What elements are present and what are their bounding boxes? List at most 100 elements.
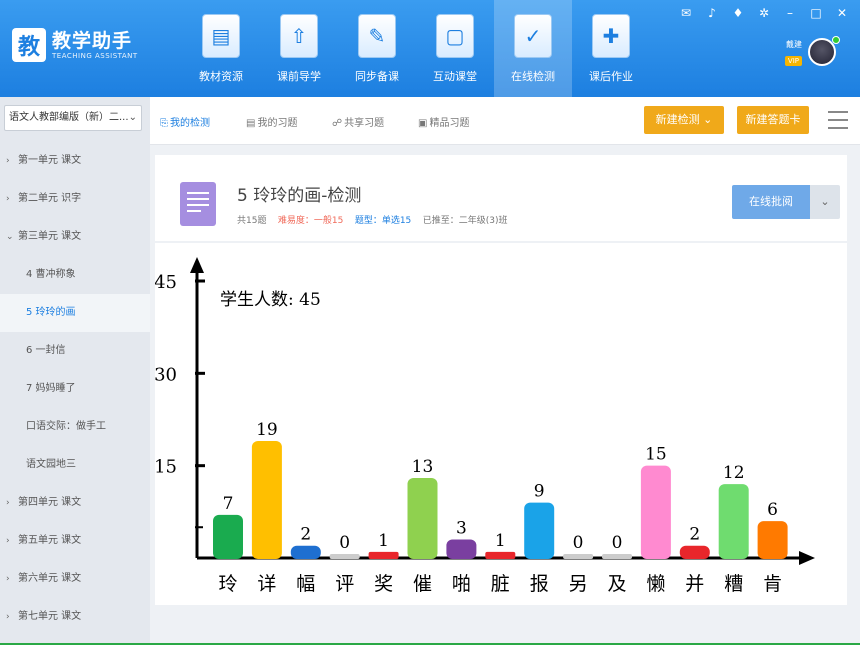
upload-arrow-icon: ⇧ [280, 14, 318, 58]
sidebar-lesson-item[interactable]: 5 玲玲的画 [0, 294, 150, 332]
bar-3 [329, 554, 360, 559]
nav-label: 同步备课 [355, 70, 399, 83]
window-controls: ✉ ♪ ♦ ✲ – □ ✕ [680, 6, 848, 20]
category-label: 评 [335, 573, 354, 595]
pin-icon[interactable]: ♦ [732, 6, 744, 20]
nav-item-2[interactable]: ✎ 同步备课 [338, 0, 416, 97]
sidebar-item-label: 口语交际：做手工 [26, 421, 106, 432]
sidebar-item-label: 4 曹冲称象 [26, 269, 76, 280]
top-bar: 教 教学助手 TEACHING ASSISTANT ▤ 教材资源 ⇧ 课前导学 ✎ 同步备… [0, 0, 860, 97]
hamburger-menu-icon[interactable] [828, 111, 848, 129]
sidebar-lesson-item[interactable]: 语文园地三 [0, 446, 150, 484]
chevron-down-icon: ⌄ [820, 195, 830, 208]
sidebar-unit-item[interactable]: › 第六单元 课文 [0, 560, 150, 598]
category-label: 奖 [374, 573, 393, 595]
nav-label: 互动课堂 [433, 70, 477, 83]
test-meta: 共15题 难易度：一般15 题型：单选15 已推至：二年级(3)班 [237, 213, 507, 226]
data-label: 0 [339, 533, 350, 553]
sidebar-unit-item[interactable]: › 第五单元 课文 [0, 522, 150, 560]
data-label: 1 [378, 531, 389, 551]
category-label: 催 [413, 573, 432, 595]
nav-label: 教材资源 [199, 70, 243, 83]
sidebar-item-label: 第四单元 课文 [18, 497, 82, 508]
minimize-icon[interactable]: – [784, 6, 796, 20]
chevron-right-icon: › [6, 536, 10, 546]
data-label: 6 [767, 500, 778, 520]
data-label: 3 [456, 519, 467, 539]
test-title: 5 玲玲的画-检测 [237, 186, 362, 206]
bar-10 [602, 554, 632, 559]
chevron-right-icon: › [6, 498, 10, 508]
data-label: 7 [223, 494, 234, 514]
chevron-down-icon: ⌄ [128, 112, 137, 123]
nav-label: 课前导学 [277, 70, 321, 83]
nav-label: 课后作业 [589, 70, 633, 83]
category-label: 幅 [296, 573, 315, 595]
sidebar-item-label: 第七单元 课文 [18, 611, 82, 622]
sidebar-item-label: 5 玲玲的画 [26, 307, 76, 318]
clipboard-icon: ⎘ [160, 118, 168, 129]
online-review-button[interactable]: 在线批阅 [732, 185, 810, 219]
sidebar-unit-item[interactable]: › 第二单元 识字 [0, 180, 150, 218]
category-label: 玲 [218, 573, 237, 595]
nav-item-0[interactable]: ▤ 教材资源 [182, 0, 260, 97]
category-label: 啪 [452, 573, 471, 595]
nav-item-5[interactable]: ✚ 课后作业 [572, 0, 650, 97]
data-label: 19 [256, 420, 278, 440]
settings-icon[interactable]: ✲ [758, 6, 770, 20]
sidebar-lesson-item[interactable]: 4 曹冲称象 [0, 256, 150, 294]
share-icon: ☍ [332, 118, 343, 129]
bar-6 [446, 539, 477, 559]
difficulty: 难易度：一般15 [277, 216, 344, 226]
tab-premium-exercises[interactable]: ▣ 精品习题 [418, 114, 469, 129]
subtab-bar: ⎘ 我的检测 ▤ 我的习题 ☍ 共享习题 ▣ 精品习题 新建检测 ⌄ 新建答题卡 [150, 97, 860, 145]
data-label: 2 [300, 525, 311, 545]
sidebar-unit-item[interactable]: › 第四单元 课文 [0, 484, 150, 522]
app-logo: 教 教学助手 TEACHING ASSISTANT [12, 28, 138, 62]
data-label: 2 [689, 525, 700, 545]
question-count: 共15题 [237, 216, 267, 226]
y-axis-arrow [190, 257, 204, 273]
sidebar-unit-item[interactable]: › 第七单元 课文 [0, 598, 150, 636]
new-test-button[interactable]: 新建检测 ⌄ [644, 106, 724, 134]
nav-item-1[interactable]: ⇧ 课前导学 [260, 0, 338, 97]
sidebar-unit-item[interactable]: ⌄ 第三单元 课文 [0, 218, 150, 256]
close-icon[interactable]: ✕ [836, 6, 848, 20]
logo-badge: 教 [12, 28, 46, 62]
message-icon[interactable]: ✉ [680, 6, 692, 20]
bell-icon[interactable]: ♪ [706, 6, 718, 20]
sidebar-item-label: 第三单元 课文 [18, 231, 82, 242]
sidebar-lesson-item[interactable]: 7 妈妈睡了 [0, 370, 150, 408]
nav-item-3[interactable]: ▢ 互动课堂 [416, 0, 494, 97]
tab-my-exercises[interactable]: ▤ 我的习题 [246, 114, 297, 129]
nav-item-4[interactable]: ✓ 在线检测 [494, 0, 572, 97]
sidebar-lesson-item[interactable]: 6 一封信 [0, 332, 150, 370]
sidebar-unit-item[interactable]: › 第一单元 课文 [0, 142, 150, 180]
category-label: 糟 [724, 573, 743, 595]
textbook-resource-icon: ▤ [202, 14, 240, 58]
new-answer-card-button[interactable]: 新建答题卡 [737, 106, 809, 134]
app-title: 教学助手 [52, 30, 133, 52]
y-tick-label: 45 [155, 272, 177, 293]
maximize-icon[interactable]: □ [810, 6, 822, 20]
data-label: 15 [645, 445, 667, 465]
main-nav: ▤ 教材资源 ⇧ 课前导学 ✎ 同步备课 ▢ 互动课堂 ✓ 在线检测 ✚ 课后作业 [182, 0, 650, 97]
category-label: 肯 [763, 573, 782, 595]
bar-9 [563, 554, 594, 559]
review-dropdown-button[interactable]: ⌄ [810, 185, 840, 219]
bar-14 [757, 521, 788, 559]
bar-4 [368, 551, 399, 559]
sidebar-lesson-item[interactable]: 口语交际：做手工 [0, 408, 150, 446]
sidebar-item-label: 语文园地三 [26, 459, 76, 470]
sidebar-item-label: 第一单元 课文 [18, 155, 82, 166]
question-type: 题型：单选15 [354, 216, 412, 226]
category-label: 另 [569, 573, 588, 595]
user-area[interactable]: 戴建 VIP [784, 36, 840, 66]
tab-my-tests[interactable]: ⎘ 我的检测 [160, 114, 210, 129]
y-tick-label: 30 [155, 364, 177, 385]
tab-shared-exercises[interactable]: ☍ 共享习题 [332, 114, 384, 129]
category-label: 报 [530, 573, 549, 595]
test-document-icon [180, 182, 216, 226]
bar-0 [213, 514, 243, 559]
book-select[interactable]: 语文人教部编版（新）二... ⌄ [4, 105, 142, 131]
